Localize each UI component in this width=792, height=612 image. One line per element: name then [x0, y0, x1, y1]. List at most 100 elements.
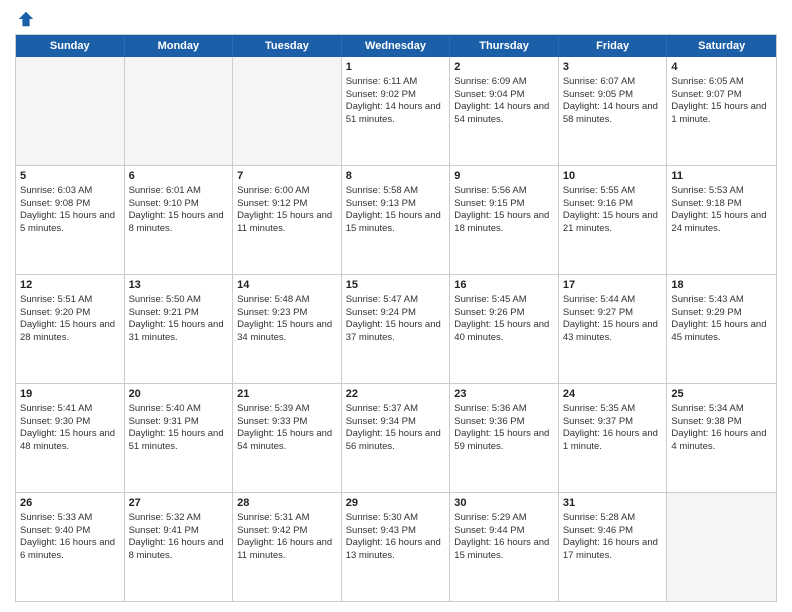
day-number: 6	[129, 169, 229, 184]
day-number: 21	[237, 387, 337, 402]
sunrise-text: Sunrise: 5:55 AM	[563, 185, 635, 196]
daylight-text: Daylight: 15 hours and 18 minutes.	[454, 210, 549, 234]
sunrise-text: Sunrise: 5:45 AM	[454, 294, 526, 305]
calendar-row-1: 5Sunrise: 6:03 AM Sunset: 9:08 PM Daylight…	[16, 166, 776, 275]
calendar-cell: 12Sunrise: 5:51 AMSunset: 9:20 PMDayligh…	[16, 275, 125, 383]
sunset-text: Sunset: 9:08 PM	[20, 198, 90, 209]
calendar-cell: 2Sunrise: 6:09 AMSunset: 9:04 PMDaylight…	[450, 57, 559, 165]
calendar-cell: 5Sunrise: 6:03 AMSunset: 9:08 PMDaylight…	[16, 166, 125, 274]
day-number: 16	[454, 278, 554, 293]
day-number: 24	[563, 387, 663, 402]
calendar-cell	[125, 57, 234, 165]
sunset-text: Sunset: 9:13 PM	[346, 198, 416, 209]
calendar-cell: 6Sunrise: 6:01 AMSunset: 9:10 PMDaylight…	[125, 166, 234, 274]
daylight-text: Daylight: 16 hours and 4 minutes.	[671, 428, 766, 452]
daylight-text: Daylight: 16 hours and 17 minutes.	[563, 537, 658, 561]
daylight-text: Daylight: 16 hours and 13 minutes.	[346, 537, 441, 561]
sunset-text: Sunset: 9:27 PM	[563, 307, 633, 318]
header-day-saturday: Saturday	[667, 35, 776, 57]
sunrise-text: Sunrise: 6:03 AM	[20, 185, 92, 196]
sunrise-text: Sunrise: 5:31 AM	[237, 512, 309, 523]
sunset-text: Sunset: 9:15 PM	[454, 198, 524, 209]
calendar-cell: 30Sunrise: 5:29 AMSunset: 9:44 PMDayligh…	[450, 493, 559, 601]
logo	[15, 10, 35, 28]
calendar-cell: 1Sunrise: 6:11 AMSunset: 9:02 PMDaylight…	[342, 57, 451, 165]
sunrise-text: Sunrise: 5:51 AM	[20, 294, 92, 305]
day-number: 15	[346, 278, 446, 293]
sunset-text: Sunset: 9:46 PM	[563, 525, 633, 536]
sunrise-text: Sunrise: 5:47 AM	[346, 294, 418, 305]
daylight-text: Daylight: 15 hours and 37 minutes.	[346, 319, 441, 343]
sunrise-text: Sunrise: 6:11 AM	[346, 76, 418, 87]
day-number: 26	[20, 496, 120, 511]
day-number: 11	[671, 169, 772, 184]
calendar-cell: 14Sunrise: 5:48 AMSunset: 9:23 PMDayligh…	[233, 275, 342, 383]
daylight-text: Daylight: 14 hours and 58 minutes.	[563, 101, 658, 125]
daylight-text: Daylight: 14 hours and 54 minutes.	[454, 101, 549, 125]
day-number: 9	[454, 169, 554, 184]
sunset-text: Sunset: 9:18 PM	[671, 198, 741, 209]
sunrise-text: Sunrise: 5:28 AM	[563, 512, 635, 523]
sunrise-text: Sunrise: 5:37 AM	[346, 403, 418, 414]
sunset-text: Sunset: 9:26 PM	[454, 307, 524, 318]
daylight-text: Daylight: 15 hours and 28 minutes.	[20, 319, 115, 343]
daylight-text: Daylight: 15 hours and 43 minutes.	[563, 319, 658, 343]
sunset-text: Sunset: 9:07 PM	[671, 89, 741, 100]
sunrise-text: Sunrise: 5:43 AM	[671, 294, 743, 305]
calendar-cell: 11Sunrise: 5:53 AMSunset: 9:18 PMDayligh…	[667, 166, 776, 274]
sunrise-text: Sunrise: 5:30 AM	[346, 512, 418, 523]
calendar-cell: 4Sunrise: 6:05 AMSunset: 9:07 PMDaylight…	[667, 57, 776, 165]
calendar-cell: 27Sunrise: 5:32 AMSunset: 9:41 PMDayligh…	[125, 493, 234, 601]
sunrise-text: Sunrise: 6:07 AM	[563, 76, 635, 87]
day-number: 3	[563, 60, 663, 75]
sunset-text: Sunset: 9:36 PM	[454, 416, 524, 427]
logo-icon	[17, 10, 35, 28]
day-number: 23	[454, 387, 554, 402]
day-number: 22	[346, 387, 446, 402]
calendar-cell: 23Sunrise: 5:36 AMSunset: 9:36 PMDayligh…	[450, 384, 559, 492]
sunset-text: Sunset: 9:12 PM	[237, 198, 307, 209]
sunrise-text: Sunrise: 5:50 AM	[129, 294, 201, 305]
calendar-cell: 17Sunrise: 5:44 AMSunset: 9:27 PMDayligh…	[559, 275, 668, 383]
daylight-text: Daylight: 16 hours and 11 minutes.	[237, 537, 332, 561]
sunrise-text: Sunrise: 5:33 AM	[20, 512, 92, 523]
daylight-text: Daylight: 16 hours and 6 minutes.	[20, 537, 115, 561]
sunset-text: Sunset: 9:40 PM	[20, 525, 90, 536]
sunset-text: Sunset: 9:02 PM	[346, 89, 416, 100]
day-number: 2	[454, 60, 554, 75]
sunrise-text: Sunrise: 6:05 AM	[671, 76, 743, 87]
sunset-text: Sunset: 9:16 PM	[563, 198, 633, 209]
calendar-cell: 25Sunrise: 5:34 AMSunset: 9:38 PMDayligh…	[667, 384, 776, 492]
daylight-text: Daylight: 14 hours and 51 minutes.	[346, 101, 441, 125]
daylight-text: Daylight: 15 hours and 54 minutes.	[237, 428, 332, 452]
calendar-cell: 28Sunrise: 5:31 AMSunset: 9:42 PMDayligh…	[233, 493, 342, 601]
sunset-text: Sunset: 9:10 PM	[129, 198, 199, 209]
calendar-cell: 21Sunrise: 5:39 AMSunset: 9:33 PMDayligh…	[233, 384, 342, 492]
day-number: 25	[671, 387, 772, 402]
daylight-text: Daylight: 15 hours and 56 minutes.	[346, 428, 441, 452]
daylight-text: Daylight: 15 hours and 59 minutes.	[454, 428, 549, 452]
calendar-cell: 24Sunrise: 5:35 AMSunset: 9:37 PMDayligh…	[559, 384, 668, 492]
day-number: 30	[454, 496, 554, 511]
sunset-text: Sunset: 9:21 PM	[129, 307, 199, 318]
sunrise-text: Sunrise: 5:56 AM	[454, 185, 526, 196]
calendar-cell: 8Sunrise: 5:58 AMSunset: 9:13 PMDaylight…	[342, 166, 451, 274]
daylight-text: Daylight: 15 hours and 40 minutes.	[454, 319, 549, 343]
header-day-monday: Monday	[125, 35, 234, 57]
sunset-text: Sunset: 9:29 PM	[671, 307, 741, 318]
calendar-cell	[233, 57, 342, 165]
calendar-cell	[16, 57, 125, 165]
sunrise-text: Sunrise: 5:32 AM	[129, 512, 201, 523]
sunrise-text: Sunrise: 5:53 AM	[671, 185, 743, 196]
sunset-text: Sunset: 9:38 PM	[671, 416, 741, 427]
sunset-text: Sunset: 9:43 PM	[346, 525, 416, 536]
day-number: 19	[20, 387, 120, 402]
calendar-row-2: 12Sunrise: 5:51 AMSunset: 9:20 PMDayligh…	[16, 275, 776, 384]
calendar-body: 1Sunrise: 6:11 AMSunset: 9:02 PMDaylight…	[16, 57, 776, 601]
sunset-text: Sunset: 9:20 PM	[20, 307, 90, 318]
day-number: 8	[346, 169, 446, 184]
calendar-header: SundayMondayTuesdayWednesdayThursdayFrid…	[16, 35, 776, 57]
day-number: 29	[346, 496, 446, 511]
day-number: 5	[20, 169, 120, 184]
daylight-text: Daylight: 16 hours and 8 minutes.	[129, 537, 224, 561]
